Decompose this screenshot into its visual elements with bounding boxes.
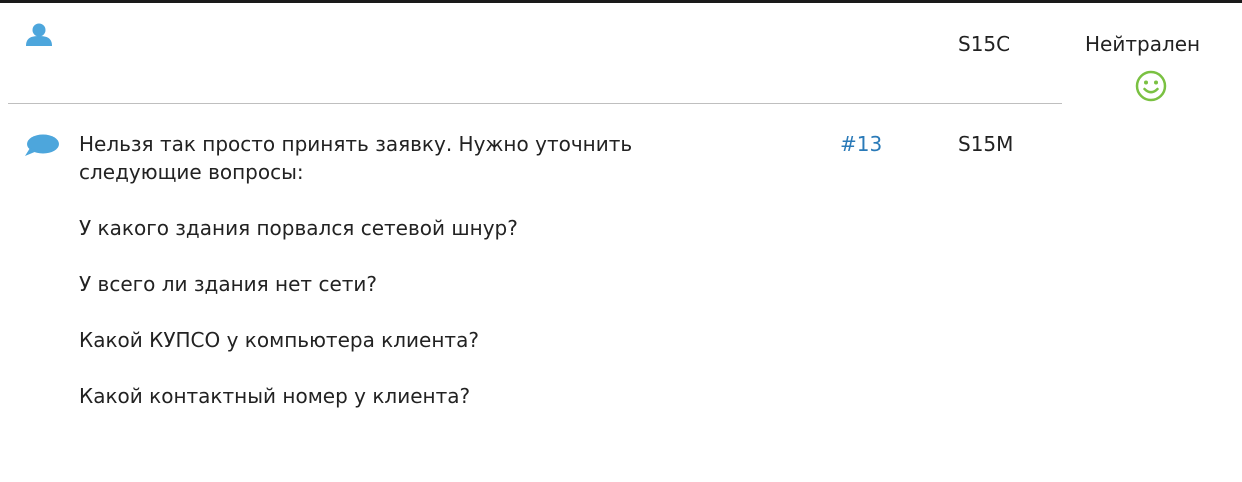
row-divider [8, 103, 1062, 104]
top-border [0, 0, 1242, 3]
comment-intro: Нельзя так просто принять заявку. Нужно … [79, 132, 633, 184]
mood-label: Нейтрален [1085, 32, 1201, 56]
ticket-comment-thread: S15C Нейтрален Нельзя так просто принять… [0, 0, 1242, 482]
comment-user-code: S15M [958, 132, 1014, 156]
comment-body: Нельзя так просто принять заявку. Нужно … [79, 130, 639, 438]
user-icon [24, 22, 54, 48]
comment-question: Какой контактный номер у клиента? [79, 384, 471, 408]
comment-question: У всего ли здания нет сети? [79, 272, 378, 296]
comment-question: У какого здания порвался сетевой шнур? [79, 216, 518, 240]
ticket-link[interactable]: #13 [840, 130, 882, 158]
smiley-icon [1135, 70, 1167, 102]
comment-icon [24, 134, 60, 158]
comment-question: Какой КУПСО у компьютера клиента? [79, 328, 479, 352]
user-code: S15C [958, 32, 1011, 56]
